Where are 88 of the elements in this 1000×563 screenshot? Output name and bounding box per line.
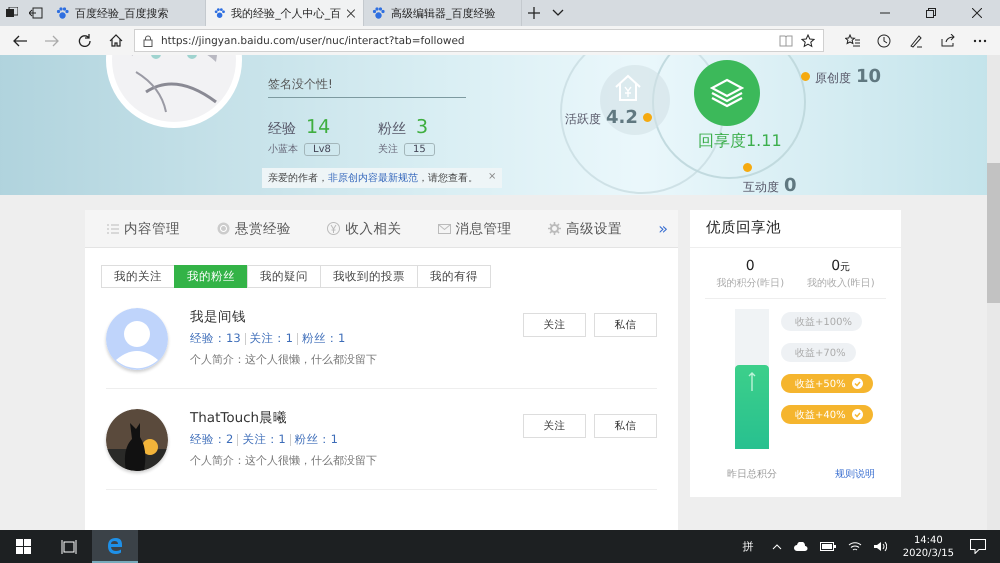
follow-button[interactable]: 关注 — [523, 414, 586, 438]
paw-icon — [56, 6, 69, 20]
clock-time[interactable]: 14:40 — [914, 534, 943, 546]
tier-tag: 收益+50% — [781, 374, 873, 393]
gauge-value: 10 — [856, 66, 882, 87]
lock-icon — [143, 34, 153, 46]
fan-stat[interactable]: 经验：2 — [190, 432, 234, 447]
tab-title: 百度经验_百度搜索 — [75, 6, 170, 20]
nav-tab[interactable]: 悬赏经验 — [217, 220, 328, 238]
level-badge: 15 — [404, 142, 435, 156]
check-icon — [852, 409, 863, 420]
input-method-indicator[interactable]: 拼 — [742, 539, 754, 554]
speaker-icon — [874, 541, 887, 552]
metric-value: 0元 — [830, 258, 852, 274]
tier-tag: 收益+100% — [781, 312, 862, 331]
share-score: 回享度1.11 — [698, 131, 782, 152]
notice-text: 亲爱的作者，非原创内容最新规范，请您查看。 — [268, 172, 478, 185]
metric-label: 我的收入(昨日) — [806, 276, 876, 290]
gauge-dot — [801, 72, 810, 81]
fan-bio: 个人简介：这个人很懒，什么都没留下 — [190, 453, 378, 468]
yen-icon — [327, 222, 340, 235]
clock-date[interactable]: 2020/3/15 — [902, 546, 954, 560]
gauge-label: 原创度 — [815, 70, 851, 87]
gauge-label: 互动度 — [743, 179, 779, 195]
signature-text: 签名没个性! — [268, 76, 466, 98]
fan-stat[interactable]: 关注：1 — [242, 432, 286, 447]
fan-bio: 个人简介：这个人很懒，什么都没留下 — [190, 352, 378, 367]
arrow-up-icon — [748, 371, 756, 391]
gauge-value: 0 — [784, 175, 797, 195]
tier-tag: 收益+40% — [781, 405, 873, 424]
gauge-dot — [642, 113, 652, 122]
fan-stat[interactable]: 关注：1 — [250, 331, 293, 346]
browser-tab[interactable]: 我的经验_个人中心_百 — [206, 0, 364, 26]
stat-label: 经验 — [268, 120, 296, 138]
paw-icon — [214, 6, 226, 20]
tab-title: 我的经验_个人中心_百 — [231, 6, 342, 20]
list-icon — [107, 224, 119, 234]
nav-tab[interactable]: 收入相关 — [327, 220, 438, 238]
gauge-dot — [743, 163, 752, 172]
stat-label: 关注 — [378, 142, 398, 156]
message-button[interactable]: 私信 — [594, 313, 657, 337]
nav-tab[interactable]: 高级设置 — [548, 220, 658, 238]
fan-stat[interactable]: 经验：13 — [190, 331, 241, 346]
rule-link[interactable]: 非原创内容最新规范 — [328, 173, 418, 184]
message-button[interactable]: 私信 — [594, 414, 657, 438]
check-icon — [852, 378, 863, 389]
scrollbar-thumb[interactable] — [987, 163, 1000, 303]
stat-value: 3 — [416, 116, 428, 138]
more-button[interactable]: » — [658, 219, 668, 238]
fan-stat[interactable]: 粉丝：1 — [302, 331, 346, 346]
battery-icon — [820, 542, 836, 551]
default-avatar-icon — [106, 308, 168, 370]
wifi-icon — [848, 541, 862, 552]
stat-label: 粉丝 — [378, 120, 406, 138]
metric-value: 0 — [744, 258, 756, 274]
nav-tab[interactable]: 消息管理 — [438, 220, 548, 238]
card-title: 优质回享池 — [690, 210, 901, 248]
stat-label: 小蓝本 — [268, 142, 298, 156]
sub-tab[interactable]: 我的疑问 — [247, 265, 321, 288]
tab-title: 高级编辑器_百度经验 — [391, 6, 496, 20]
fan-name[interactable]: ThatTouch晨曦 — [190, 409, 523, 427]
star-icon — [801, 34, 815, 48]
paw-icon — [372, 6, 385, 20]
sub-tab[interactable]: 我收到的投票 — [320, 265, 418, 288]
gauge-label: 活跃度 — [565, 111, 601, 128]
chevron-up-icon — [772, 544, 782, 550]
cloud-icon — [794, 542, 808, 551]
browser-icon[interactable] — [92, 530, 138, 563]
gauge-value: 4.2 — [606, 107, 638, 128]
metric-label: 我的积分(昨日) — [715, 276, 786, 290]
fan-name[interactable]: 我是间钱 — [190, 308, 523, 326]
footer-label: 昨日总积分 — [727, 468, 777, 481]
house-icon — [613, 73, 643, 103]
gear-icon — [548, 222, 561, 235]
close-icon — [347, 8, 355, 18]
follow-button[interactable]: 关注 — [523, 313, 586, 337]
coin-icon — [217, 222, 230, 235]
nav-tab[interactable]: 内容管理 — [107, 220, 218, 238]
rules-link[interactable]: 规则说明 — [835, 467, 875, 481]
level-badge: Lv8 — [304, 142, 340, 156]
notification-icon[interactable] — [970, 539, 986, 554]
tier-tag: 收益+70% — [781, 343, 856, 362]
fan-stat[interactable]: 粉丝：1 — [294, 432, 338, 447]
book-icon — [779, 34, 793, 46]
mail-icon — [438, 224, 451, 234]
address-field[interactable]: https://jingyan.baidu.com/user/nuc/interact?tab=followed — [134, 29, 824, 52]
sub-tab[interactable]: 我的有得 — [417, 265, 491, 288]
stat-value: 14 — [306, 116, 330, 138]
